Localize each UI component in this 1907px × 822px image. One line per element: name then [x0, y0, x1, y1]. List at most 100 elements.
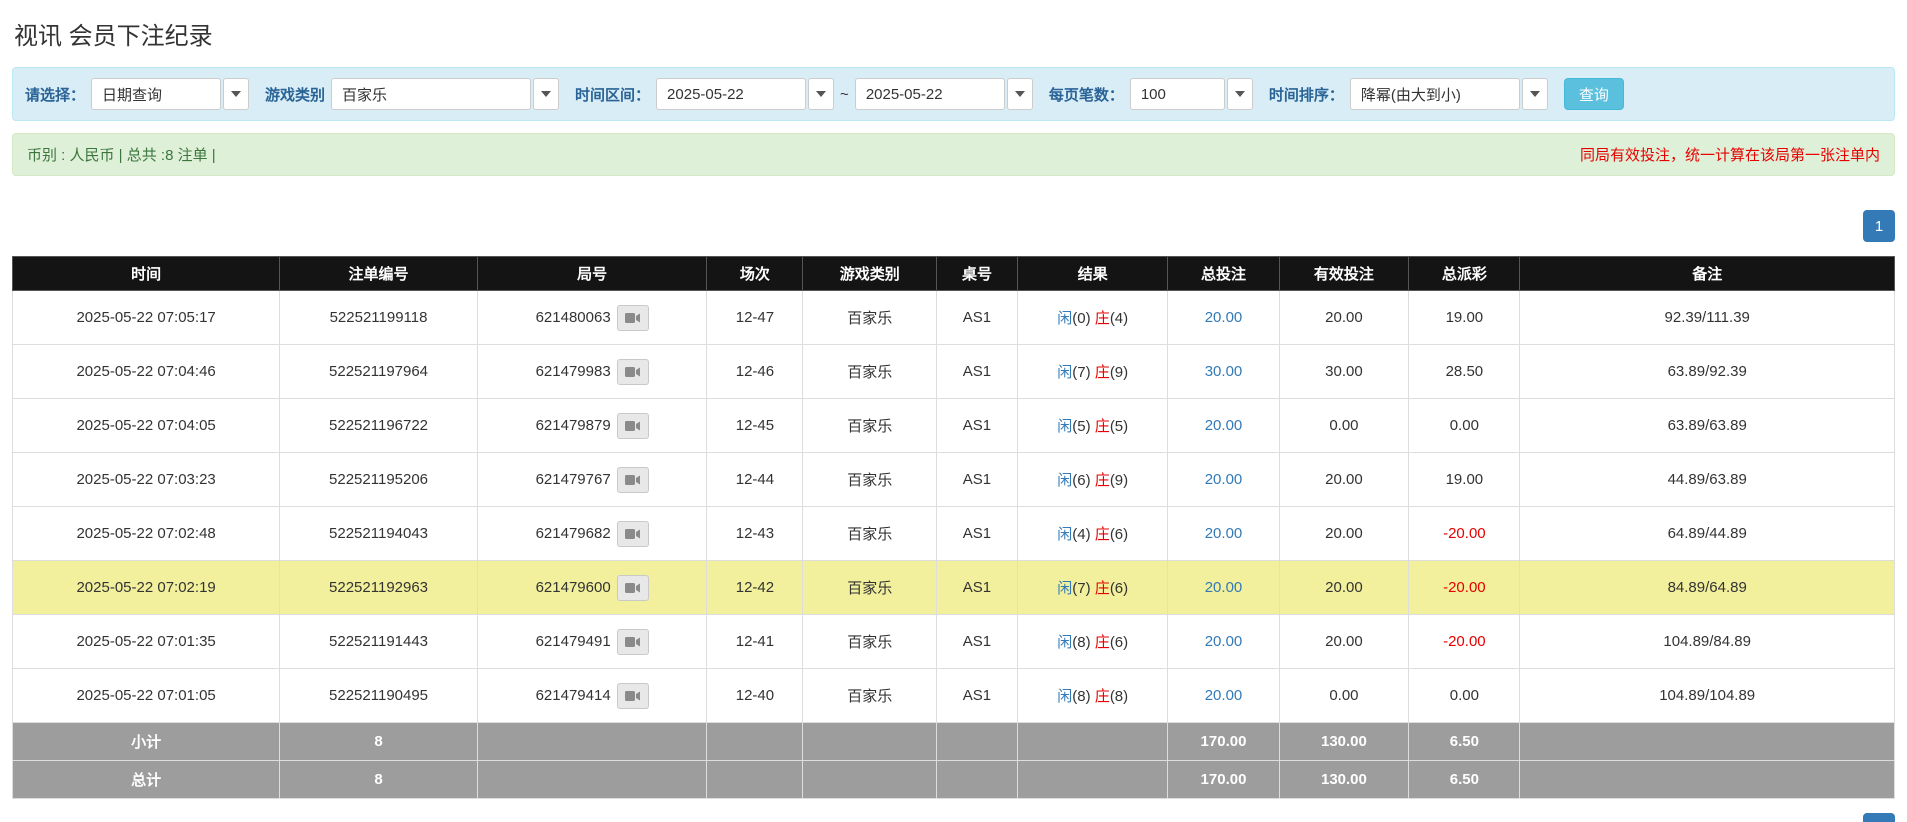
valid-bet-cell: 0.00: [1278, 668, 1410, 723]
result-player-score: (0): [1072, 310, 1091, 327]
summary-notice: 同局有效投注，统一计算在该局第一张注单内: [1579, 147, 1880, 164]
total-bet-link[interactable]: 20.00: [1205, 309, 1243, 326]
game-type-value: 百家乐: [331, 78, 532, 110]
footer-empty-cell: [476, 722, 708, 761]
result-player-label: 闲: [1057, 688, 1073, 705]
sort-label: 时间排序：: [1268, 86, 1344, 104]
bet-id-cell: 522521190495: [279, 668, 478, 723]
round-cell: 621479983: [476, 344, 708, 399]
note-cell: 63.89/92.39: [1519, 344, 1895, 399]
result-banker-label: 庄: [1094, 526, 1110, 543]
video-button[interactable]: [616, 520, 649, 547]
query-type-select[interactable]: 日期查询: [91, 78, 250, 110]
result-player-score: (7): [1072, 580, 1091, 597]
page-size-input[interactable]: [1129, 78, 1225, 110]
result-banker-label: 庄: [1094, 472, 1110, 489]
video-button[interactable]: [616, 304, 649, 331]
result-banker-label: 庄: [1094, 364, 1110, 381]
result-cell: 闲(4) 庄(6): [1016, 506, 1169, 561]
result-player-score: (8): [1072, 688, 1091, 705]
total-bet-link[interactable]: 30.00: [1205, 363, 1243, 380]
bet-id-cell: 522521199118: [279, 290, 478, 345]
pagination-top: 1: [12, 210, 1895, 242]
game-type-cell: 百家乐: [802, 344, 938, 399]
result-cell: 闲(0) 庄(4): [1016, 290, 1169, 345]
video-button[interactable]: [616, 358, 649, 385]
column-header: 局号: [476, 256, 708, 291]
video-button[interactable]: [616, 628, 649, 655]
sort-select[interactable]: 降幂(由大到小): [1349, 78, 1548, 110]
note-cell: 64.89/44.89: [1519, 506, 1895, 561]
column-header: 备注: [1519, 256, 1895, 291]
date-to-input[interactable]: [854, 78, 1005, 110]
total-bet-link[interactable]: 20.00: [1205, 525, 1243, 542]
game-type-cell: 百家乐: [802, 614, 938, 669]
note-cell: 104.89/84.89: [1519, 614, 1895, 669]
summary-currency-count: 币别 : 人民币 | 总共 :8 注单 |: [27, 147, 216, 164]
date-range-group: 时间区间： ~: [575, 78, 1033, 110]
video-icon: [624, 474, 640, 485]
result-banker-score: (6): [1109, 526, 1129, 543]
footer-count-cell: 8: [279, 760, 478, 799]
video-icon: [624, 582, 640, 593]
game-type-select[interactable]: 百家乐: [331, 78, 560, 110]
page: 视讯 会员下注纪录 请选择： 日期查询 游戏类别 百家乐 时间区间： ~ 每: [0, 0, 1907, 822]
summary-bar: 币别 : 人民币 | 总共 :8 注单 | 同局有效投注，统一计算在该局第一张注…: [12, 133, 1895, 176]
pagination-bottom: 1: [12, 813, 1895, 822]
date-from-caret-button[interactable]: [808, 78, 835, 110]
video-button[interactable]: [616, 574, 649, 601]
result-banker-score: (6): [1109, 634, 1129, 651]
session-cell: 12-44: [706, 452, 804, 507]
chevron-down-icon: [541, 91, 552, 97]
bet-id-cell: 522521192963: [279, 560, 478, 615]
footer-empty-cell: [802, 760, 938, 799]
total-bet-cell: 30.00: [1167, 344, 1280, 399]
time-cell: 2025-05-22 07:03:23: [11, 452, 281, 507]
query-type-caret-button[interactable]: [223, 78, 250, 110]
table-no-cell: AS1: [936, 344, 1018, 399]
result-player-score: (8): [1072, 634, 1091, 651]
total-bet-link[interactable]: 20.00: [1205, 471, 1243, 488]
sort-caret-button[interactable]: [1521, 78, 1548, 110]
round-number: 621479879: [535, 416, 611, 434]
column-header: 游戏类别: [802, 256, 938, 291]
footer-label-cell: 总计: [11, 760, 281, 799]
footer-empty-cell: [1519, 722, 1895, 761]
table-no-cell: AS1: [936, 452, 1018, 507]
game-type-cell: 百家乐: [802, 290, 938, 345]
payout-cell: 19.00: [1408, 290, 1521, 345]
game-type-cell: 百家乐: [802, 560, 938, 615]
date-to-caret-button[interactable]: [1006, 78, 1033, 110]
total-bet-link[interactable]: 20.00: [1205, 579, 1243, 596]
chevron-down-icon: [1234, 91, 1245, 97]
page-size-group: 每页笔数：: [1049, 78, 1253, 110]
payout-cell: 28.50: [1408, 344, 1521, 399]
session-cell: 12-43: [706, 506, 804, 561]
game-type-caret-button[interactable]: [533, 78, 560, 110]
result-player-label: 闲: [1057, 418, 1073, 435]
query-type-label: 请选择：: [25, 86, 86, 104]
table-body: 2025-05-22 07:05:17 522521199118 6214800…: [11, 290, 1895, 799]
video-button[interactable]: [616, 682, 649, 709]
footer-valid-bet-cell: 130.00: [1278, 722, 1410, 761]
video-button[interactable]: [616, 412, 649, 439]
page-number-button[interactable]: 1: [1863, 210, 1895, 242]
footer-payout-cell: 6.50: [1408, 760, 1521, 799]
page-size-caret-button[interactable]: [1226, 78, 1253, 110]
footer-empty-cell: [936, 760, 1018, 799]
footer-empty-cell: [706, 760, 804, 799]
footer-empty-cell: [706, 722, 804, 761]
page-number-button[interactable]: 1: [1863, 813, 1895, 822]
total-bet-link[interactable]: 20.00: [1205, 687, 1243, 704]
time-cell: 2025-05-22 07:01:05: [11, 668, 281, 723]
date-from-input[interactable]: [656, 78, 807, 110]
total-bet-link[interactable]: 20.00: [1205, 633, 1243, 650]
total-bet-link[interactable]: 20.00: [1205, 417, 1243, 434]
footer-empty-cell: [476, 760, 708, 799]
payout-cell: 0.00: [1408, 668, 1521, 723]
bet-id-cell: 522521196722: [279, 398, 478, 453]
bet-id-cell: 522521195206: [279, 452, 478, 507]
query-button[interactable]: 查询: [1563, 78, 1624, 110]
valid-bet-cell: 20.00: [1278, 506, 1410, 561]
video-button[interactable]: [616, 466, 649, 493]
